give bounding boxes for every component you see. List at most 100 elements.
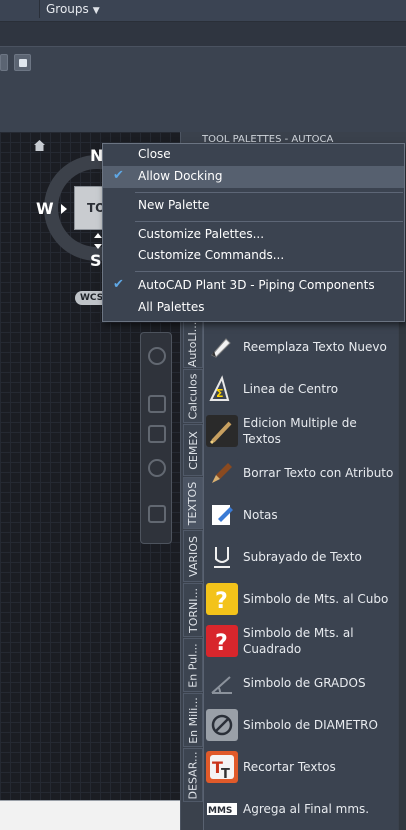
palette-item[interactable]: Reemplaza Texto Nuevo [206,327,396,367]
diameter-icon [206,709,238,741]
multi-edit-text-icon [206,415,238,447]
compass-south[interactable]: S [90,251,102,270]
palette-item[interactable]: ? Simbolo de Mts. al Cubo [206,579,396,619]
svg-text:MMS: MMS [208,806,232,816]
showmotion-icon[interactable] [148,505,166,523]
ribbon-panel [0,46,406,132]
groups-dropdown[interactable]: Groups ▼ [46,2,100,16]
palette-item[interactable]: Σ Linea de Centro [206,369,396,409]
menu-item-label: Close [138,147,171,161]
groups-label: Groups [46,2,89,16]
menu-separator [135,221,403,222]
tab-row [0,22,406,46]
tab-autoli[interactable]: AutoLI... [183,320,203,368]
menu-item-close[interactable]: Close [103,144,404,166]
palette-item[interactable]: Simbolo de GRADOS [206,663,396,703]
mms-icon: MMS [206,793,238,825]
degree-icon [206,667,238,699]
command-line[interactable] [0,800,180,830]
menu-item-plant3d-piping[interactable]: ✔ AutoCAD Plant 3D - Piping Components [103,275,404,297]
svg-text:?: ? [215,589,228,613]
zoom-extents-icon[interactable] [148,425,166,443]
palette-item-label: Edicion Multiple de Textos [243,416,357,446]
tab-label: TEXTOS [186,481,200,525]
question-red-icon: ? [206,625,238,657]
menu-item-customize-commands[interactable]: Customize Commands... [103,245,404,267]
tab-label: TORNI... [186,587,200,633]
orbit-icon[interactable] [148,459,166,477]
tab-en-mili[interactable]: En Mili... [183,693,203,747]
palette-item-label: Simbolo de GRADOS [243,676,366,690]
palette-item-label: Reemplaza Texto Nuevo [243,340,387,354]
menu-item-label: Customize Commands... [138,248,285,262]
tab-label: VARIOS [186,535,200,577]
context-menu: Close ✔ Allow Docking New Palette Custom… [102,143,405,322]
palette-item[interactable]: MMS Agrega al Final mms. [206,789,396,829]
trim-text-icon: TT [206,751,238,783]
palette-item[interactable]: Edicion Multiple de Textos [206,411,396,451]
menu-item-new-palette[interactable]: New Palette [103,195,404,217]
palette-scrollbar[interactable] [399,320,406,830]
palette-item[interactable]: Subrayado de Texto [206,537,396,577]
checkmark-icon: ✔ [113,277,124,292]
svg-text:T: T [221,767,230,781]
toolbar-button-icon[interactable] [0,54,8,71]
wcs-label: WCS [80,293,104,303]
svg-text:?: ? [215,631,228,655]
palette-item[interactable]: Simbolo de DIAMETRO [206,705,396,745]
palette-item-label: Agrega al Final mms. [243,802,370,816]
tab-cemex[interactable]: CEMEX [183,424,203,476]
notes-icon [206,499,238,531]
underline-icon [206,541,238,573]
palette-item[interactable]: ? Simbolo de Mts. al Cuadrado [206,621,396,661]
centerline-icon: Σ [206,373,238,405]
compass-west[interactable]: W [36,199,54,218]
tab-textos[interactable]: TEXTOS [183,477,203,529]
svg-text:Σ: Σ [216,387,224,400]
palette-item-label: Notas [243,508,278,522]
brush-erase-icon [206,457,238,489]
tab-label: Calculos [186,372,200,420]
tab-desar[interactable]: DESAR... [183,748,203,802]
menu-item-label: Allow Docking [138,169,223,183]
arrow-right-icon[interactable] [61,204,67,214]
palette-item-label: Linea de Centro [243,382,339,396]
top-toolbar: Groups ▼ [0,0,406,22]
arrow-down-icon[interactable] [94,244,102,249]
menu-item-label: AutoCAD Plant 3D - Piping Components [138,278,375,292]
tab-label: DESAR... [186,751,200,799]
menu-separator [135,192,403,193]
palette-item-label: Borrar Texto con Atributo [243,466,394,480]
arrow-up-icon[interactable] [94,233,102,238]
toolbar-separator [39,0,40,18]
palette-item-label: Simbolo de Mts. al Cuadrado [243,626,354,656]
tab-label: AutoLI... [186,321,200,367]
toolbar-button-icon[interactable] [14,54,31,71]
menu-separator [135,271,403,272]
menu-item-customize-palettes[interactable]: Customize Palettes... [103,224,404,246]
navigation-bar [140,332,172,544]
caret-down-icon: ▼ [92,6,100,16]
palette-item-label: Recortar Textos [243,760,336,774]
menu-item-label: All Palettes [138,300,205,314]
pan-hand-icon[interactable] [148,395,166,413]
palette-item[interactable]: Notas [206,495,396,535]
tab-en-pul[interactable]: En Pul... [183,638,203,692]
palette-item[interactable]: Borrar Texto con Atributo [206,453,396,493]
tab-varios[interactable]: VARIOS [183,530,203,582]
palette-item[interactable]: TT Recortar Textos [206,747,396,787]
checkmark-icon: ✔ [113,168,124,183]
tab-label: En Mili... [186,696,200,744]
palette-item-label: Subrayado de Texto [243,550,362,564]
replace-text-icon [206,331,238,363]
tab-calculos[interactable]: Calculos [183,369,203,423]
palette-item-label: Simbolo de DIAMETRO [243,718,378,732]
home-icon[interactable] [33,139,46,152]
menu-item-allow-docking[interactable]: ✔ Allow Docking [103,166,404,188]
palette-tabs: AutoLI... Calculos CEMEX TEXTOS VARIOS T… [183,320,203,830]
menu-item-label: Customize Palettes... [138,227,265,241]
steering-wheel-icon[interactable] [148,347,166,365]
menu-item-all-palettes[interactable]: All Palettes [103,297,404,319]
tab-torni[interactable]: TORNI... [183,583,203,637]
question-yellow-icon: ? [206,583,238,615]
